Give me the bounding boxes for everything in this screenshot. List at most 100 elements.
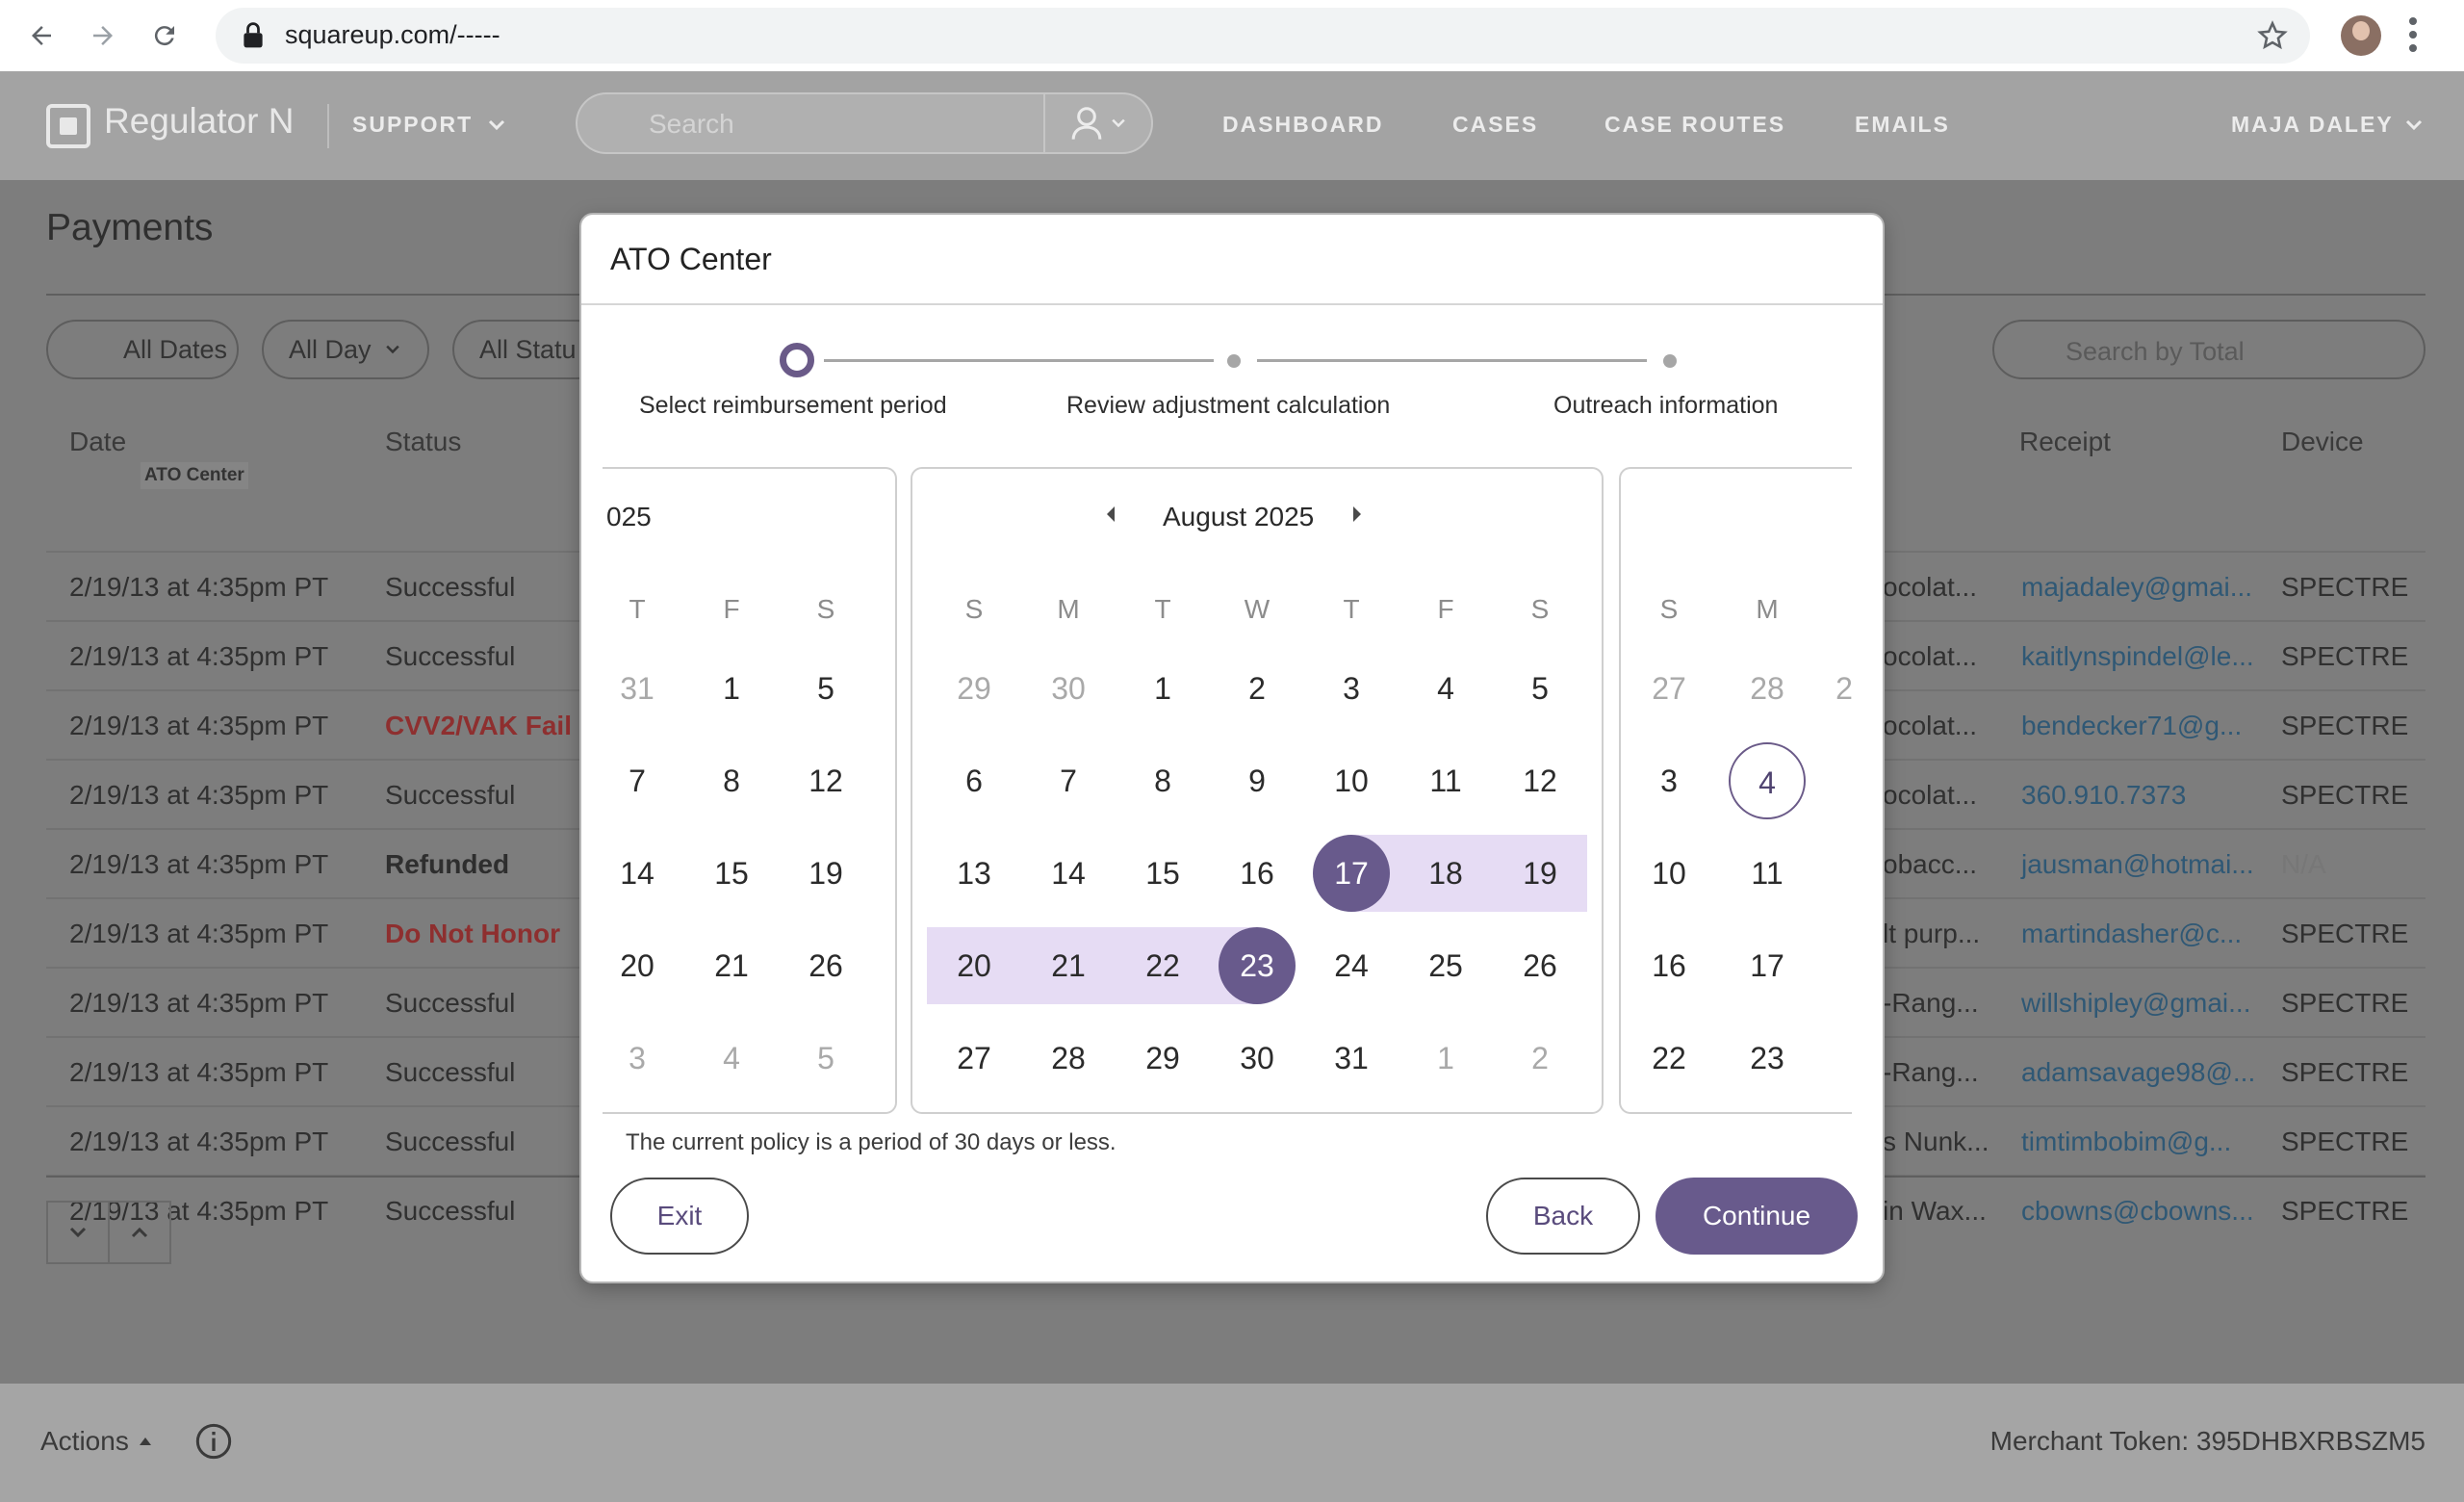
calendar-day[interactable]: 7	[603, 742, 676, 819]
cell-receipt[interactable]: martindasher@c...	[2021, 919, 2242, 949]
calendar-day[interactable]: 14	[1030, 835, 1107, 912]
cell-receipt[interactable]: adamsavage98@...	[2021, 1057, 2255, 1088]
calendar-day[interactable]: 23	[1219, 927, 1296, 1004]
nav-search-input[interactable]: Search	[576, 92, 1045, 154]
calendar-day[interactable]: 8	[1124, 742, 1201, 819]
calendar-day[interactable]: 3	[1313, 650, 1390, 727]
calendar-day[interactable]: 10	[1630, 835, 1707, 912]
calendar-day[interactable]: 23	[1729, 1020, 1806, 1097]
calendar-day[interactable]: 20	[936, 927, 1013, 1004]
calendar-day[interactable]: 12	[1502, 742, 1578, 819]
calendar-day[interactable]: 8	[693, 742, 770, 819]
calendar-day[interactable]: 12	[787, 742, 864, 819]
cell-receipt[interactable]: 360.910.7373	[2021, 780, 2186, 811]
back-arrow-icon[interactable]	[17, 12, 65, 60]
reload-icon[interactable]	[141, 12, 189, 60]
calendar-day[interactable]: 19	[1502, 835, 1578, 912]
calendar-day[interactable]: 24	[1313, 927, 1390, 1004]
calendar-day[interactable]: 22	[1124, 927, 1201, 1004]
cell-receipt[interactable]: majadaley@gmai...	[2021, 572, 2252, 603]
calendar-day[interactable]: 7	[1030, 742, 1107, 819]
calendar-day[interactable]: 5	[787, 650, 864, 727]
browser-menu-icon[interactable]	[2406, 13, 2420, 56]
calendar-day[interactable]: 17	[1313, 835, 1390, 912]
filter-all-day[interactable]: All Day	[262, 320, 429, 379]
calendar-day[interactable]: 11	[1407, 742, 1484, 819]
weekday-label: F	[1437, 594, 1454, 624]
calendar-day[interactable]: 22	[1630, 1020, 1707, 1097]
nav-link-dashboard[interactable]: DASHBOARD	[1222, 112, 1384, 138]
chevron-down-icon	[2405, 119, 2422, 130]
calendar-day[interactable]: 4	[1407, 650, 1484, 727]
profile-avatar[interactable]	[2341, 15, 2381, 56]
calendar-day[interactable]: 26	[1502, 927, 1578, 1004]
column-header-device[interactable]: Device	[2281, 427, 2364, 457]
filter-all-dates[interactable]: All Dates	[46, 320, 239, 379]
calendar-day[interactable]: 26	[787, 927, 864, 1004]
info-icon[interactable]	[194, 1422, 233, 1461]
calendar-day[interactable]: 27	[936, 1020, 1013, 1097]
search-scope-user-button[interactable]	[1043, 92, 1153, 154]
calendar-day[interactable]: 16	[1630, 927, 1707, 1004]
nav-link-case-routes[interactable]: CASE ROUTES	[1604, 112, 1785, 138]
cell-device: SPECTRE	[2281, 572, 2409, 602]
calendar-day[interactable]: 17	[1729, 927, 1806, 1004]
calendar-day[interactable]: 21	[1030, 927, 1107, 1004]
cell-receipt[interactable]: cbowns@cbowns...	[2021, 1196, 2254, 1227]
calendar-day[interactable]: 18	[1407, 835, 1484, 912]
forward-arrow-icon[interactable]	[79, 12, 127, 60]
prev-month-button[interactable]	[1105, 505, 1116, 523]
cell-device: SPECTRE	[2281, 1057, 2409, 1087]
calendar-day[interactable]: 30	[1219, 1020, 1296, 1097]
page-up-button[interactable]	[110, 1203, 169, 1262]
cell-status: CVV2/VAK Fail	[385, 711, 572, 740]
calendar-day[interactable]: 19	[787, 835, 864, 912]
calendar-day[interactable]: 1	[693, 650, 770, 727]
nav-link-cases[interactable]: CASES	[1452, 112, 1538, 138]
cell-status: Successful	[385, 1196, 516, 1226]
continue-button[interactable]: Continue	[1656, 1178, 1858, 1255]
calendar-day[interactable]: 1	[1124, 650, 1201, 727]
calendar-day[interactable]: 5	[1502, 650, 1578, 727]
calendar-day[interactable]: 29	[1124, 1020, 1201, 1097]
cell-receipt[interactable]: timtimbobim@g...	[2021, 1126, 2231, 1157]
column-header-status[interactable]: Status	[385, 427, 461, 457]
calendar-day[interactable]: 10	[1313, 742, 1390, 819]
calendar-day[interactable]: 2	[1219, 650, 1296, 727]
calendar-day[interactable]: 13	[936, 835, 1013, 912]
page-down-button[interactable]	[48, 1203, 110, 1262]
calendar-day[interactable]: 11	[1729, 835, 1806, 912]
cell-receipt[interactable]: kaitlynspindel@le...	[2021, 641, 2254, 672]
exit-button[interactable]: Exit	[610, 1178, 749, 1255]
search-by-total-placeholder: Search by Total	[2066, 337, 2245, 366]
calendar-day[interactable]: 25	[1407, 927, 1484, 1004]
cell-receipt[interactable]: bendecker71@g...	[2021, 711, 2242, 741]
calendar-day[interactable]: 21	[693, 927, 770, 1004]
nav-link-emails[interactable]: EMAILS	[1855, 112, 1950, 138]
user-menu[interactable]: MAJA DALEY	[2231, 112, 2423, 138]
calendar-day[interactable]: 20	[603, 927, 676, 1004]
cell-receipt[interactable]: willshipley@gmai...	[2021, 988, 2251, 1019]
support-menu[interactable]: SUPPORT	[352, 112, 505, 138]
calendar-day[interactable]: 31	[1313, 1020, 1390, 1097]
cell-receipt[interactable]: jausman@hotmai...	[2021, 849, 2254, 880]
calendar-day[interactable]: 28	[1030, 1020, 1107, 1097]
search-by-total-input[interactable]: Search by Total	[1992, 320, 2426, 379]
calendar-day[interactable]: 4	[1729, 742, 1806, 819]
weekday-label: S	[964, 594, 984, 624]
bookmark-star-icon[interactable]	[2256, 19, 2289, 52]
column-header-date[interactable]: Date	[69, 427, 126, 457]
next-month-button[interactable]	[1351, 505, 1363, 523]
calendar-day[interactable]: 14	[603, 835, 676, 912]
calendar-day[interactable]: 6	[936, 742, 1013, 819]
caret-up-icon	[139, 1437, 151, 1445]
calendar-day[interactable]: 15	[1124, 835, 1201, 912]
actions-menu[interactable]: Actions	[40, 1426, 152, 1457]
calendar-day[interactable]: 9	[1219, 742, 1296, 819]
calendar-day[interactable]: 16	[1219, 835, 1296, 912]
back-button[interactable]: Back	[1486, 1178, 1640, 1255]
address-bar[interactable]: squareup.com/-----	[216, 8, 2310, 64]
column-header-receipt[interactable]: Receipt	[2019, 427, 2111, 457]
calendar-day[interactable]: 15	[693, 835, 770, 912]
calendar-day[interactable]: 3	[1630, 742, 1707, 819]
